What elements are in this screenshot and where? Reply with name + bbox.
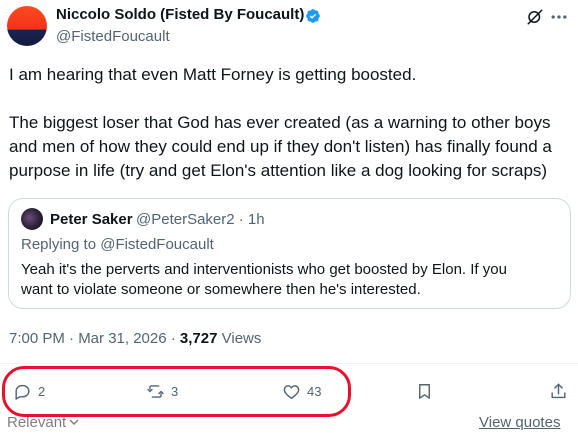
divider [0,363,578,364]
tweet-line: purpose in life (try and get Elon's atte… [9,161,548,180]
views-label: Views [217,330,262,347]
quoted-tweet[interactable]: Peter Saker @PeterSaker2 · 1h Replying t… [8,198,571,309]
replying-to: Replying to @FistedFoucault [21,236,214,253]
quoted-tweet-text: Yeah it's the perverts and interventioni… [21,260,561,300]
tweet-datetime[interactable]: 7:00 PM · Mar 31, 2026 · [9,330,180,347]
repost-icon [147,384,164,398]
tweet-text: I am hearing that even Matt Forney is ge… [9,63,569,183]
tweet-line: I am hearing that even Matt Forney is ge… [9,65,417,84]
quoted-author-meta: @PeterSaker2 · 1h [136,211,265,228]
more-icon[interactable] [549,8,569,26]
quoted-author-name: Peter Saker [50,211,133,228]
sort-relevant-dropdown[interactable]: Relevant [7,414,80,431]
tweet-line: and men of how they could end up if they… [9,137,552,156]
like-button[interactable]: 43 [282,381,321,401]
quoted-line: want to violate someone or somewhere the… [21,281,421,298]
like-count: 43 [307,383,322,399]
tweet-timestamp: 7:00 PM · Mar 31, 2026 · 3,727 Views [9,330,261,347]
view-quotes-link[interactable]: View quotes [479,414,560,431]
author-name[interactable]: Niccolo Soldo (Fisted By Foucault) [56,6,304,23]
tweet-line: The biggest loser that God has ever crea… [9,113,551,132]
verified-badge-icon [306,9,320,23]
reply-count: 2 [38,383,46,399]
quoted-author-avatar [21,208,43,230]
views-count: 3,727 [179,330,218,347]
bookmark-icon [419,383,430,399]
grok-icon[interactable] [526,8,544,26]
repost-count: 3 [171,383,179,399]
like-icon [283,384,300,399]
author-avatar[interactable] [7,6,47,46]
share-icon [551,383,566,398]
reply-icon [15,384,30,400]
chevron-down-icon [69,419,79,426]
share-button[interactable] [549,381,568,401]
author-handle[interactable]: @FistedFoucault [56,28,170,45]
sort-label: Relevant [7,414,67,431]
bookmark-button[interactable] [415,381,434,401]
reply-button[interactable]: 2 [13,381,45,401]
repost-button[interactable]: 3 [146,381,178,401]
quoted-line: Yeah it's the perverts and interventioni… [21,261,507,278]
